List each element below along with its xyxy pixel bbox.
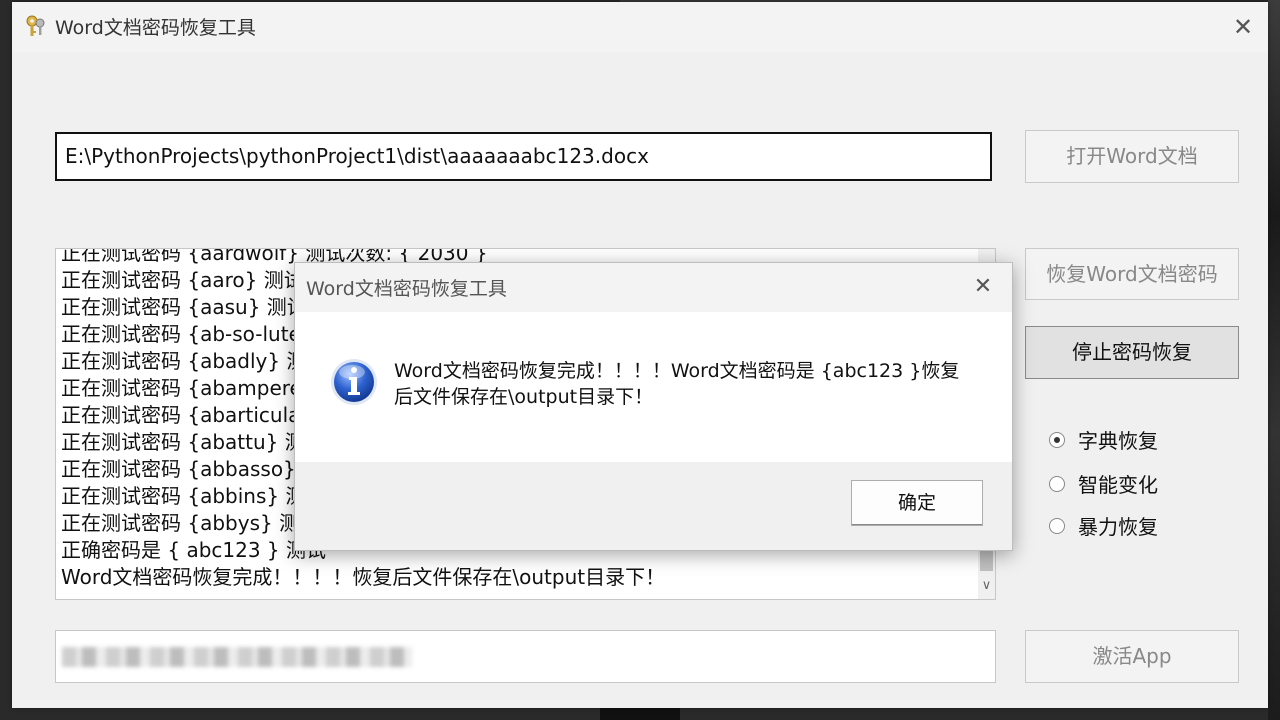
ok-button[interactable]: 确定 [851,480,983,526]
scroll-down-arrow-icon[interactable]: ∨ [978,575,995,597]
info-icon [331,359,377,405]
background-strip [600,708,680,720]
dialog-body: Word文档密码恢复完成！！！！Word文档密码是 {abc123 }恢复后文件… [295,312,1012,462]
dialog-title-bar[interactable]: Word文档密码恢复工具 ✕ [295,263,1012,312]
radio-label: 字典恢复 [1078,429,1158,453]
open-word-button[interactable]: 打开Word文档 [1025,130,1239,183]
dialog-title: Word文档密码恢复工具 [306,278,507,300]
close-icon[interactable]: ✕ [1226,10,1260,44]
radio-indicator[interactable] [1049,518,1065,534]
radio-label: 智能变化 [1078,473,1158,497]
background-edge [1268,0,1280,720]
file-path-input[interactable]: E:\PythonProjects\pythonProject1\dist\aa… [55,132,992,181]
dialog-message: Word文档密码恢复完成！！！！Word文档密码是 {abc123 }恢复后文件… [394,360,960,408]
title-bar[interactable]: Word文档密码恢复工具 ✕ [12,2,1268,52]
stop-recovery-button[interactable]: 停止密码恢复 [1025,326,1239,379]
message-dialog: Word文档密码恢复工具 ✕ Word文档密码恢复完成！！！！Word文档密码是… [294,262,1013,551]
mode-bruteforce-radio[interactable]: 暴力恢复 [1049,512,1209,542]
radio-indicator[interactable] [1049,476,1065,492]
radio-label: 暴力恢复 [1078,515,1158,539]
blurred-content [62,647,412,667]
recover-password-button[interactable]: 恢复Word文档密码 [1025,248,1239,300]
mode-dictionary-radio[interactable]: 字典恢复 [1049,426,1209,456]
dialog-close-icon[interactable]: ✕ [967,271,999,303]
activation-code-input[interactable] [55,630,996,683]
activate-app-button[interactable]: 激活App [1025,630,1239,683]
mode-smart-radio[interactable]: 智能变化 [1049,470,1209,500]
keys-icon [26,15,45,36]
log-line: Word文档密码恢复完成！！！！恢复后文件保存在\output目录下！ [61,565,666,589]
window-title: Word文档密码恢复工具 [55,17,256,39]
radio-indicator[interactable] [1049,432,1065,448]
